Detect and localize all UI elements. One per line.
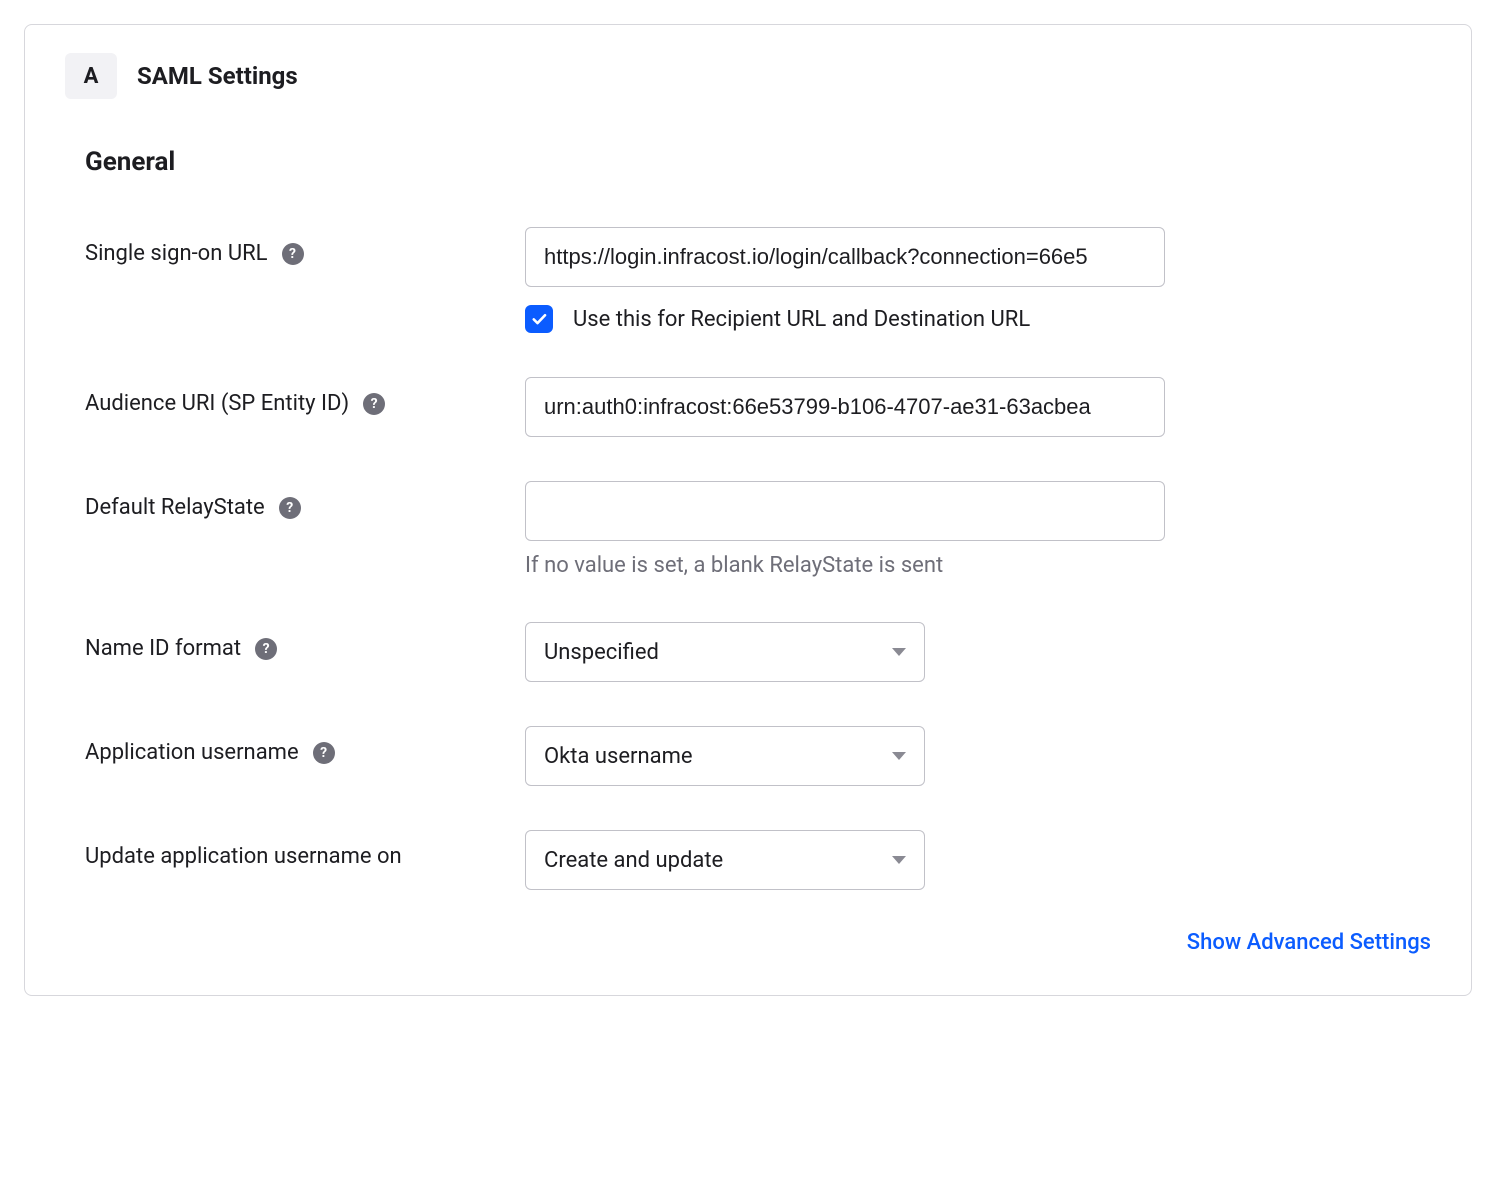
label-text: Application username	[85, 740, 299, 765]
section-title-general: General	[85, 147, 1431, 177]
label-relay-state: Default RelayState ?	[85, 481, 525, 520]
help-icon[interactable]: ?	[313, 742, 335, 764]
label-sso-url: Single sign-on URL ?	[85, 227, 525, 266]
recipient-url-checkbox-row: Use this for Recipient URL and Destinati…	[525, 305, 1431, 333]
relay-state-hint: If no value is set, a blank RelayState i…	[525, 553, 1431, 578]
name-id-format-select[interactable]: Unspecified	[525, 622, 925, 682]
row-update-username-on: Update application username on Create an…	[85, 830, 1431, 890]
saml-settings-panel: A SAML Settings General Single sign-on U…	[24, 24, 1472, 996]
select-value: Create and update	[544, 848, 723, 873]
row-relay-state: Default RelayState ? If no value is set,…	[85, 481, 1431, 578]
advanced-link-row: Show Advanced Settings	[65, 930, 1431, 955]
help-icon[interactable]: ?	[282, 243, 304, 265]
chevron-down-icon	[892, 856, 906, 864]
row-audience-uri: Audience URI (SP Entity ID) ?	[85, 377, 1431, 437]
label-text: Single sign-on URL	[85, 241, 268, 266]
panel-header: A SAML Settings	[65, 53, 1431, 99]
sso-url-input[interactable]	[525, 227, 1165, 287]
help-icon[interactable]: ?	[255, 638, 277, 660]
label-text: Update application username on	[85, 844, 402, 869]
chevron-down-icon	[892, 648, 906, 656]
label-audience-uri: Audience URI (SP Entity ID) ?	[85, 377, 525, 416]
row-name-id-format: Name ID format ? Unspecified	[85, 622, 1431, 682]
relay-state-input[interactable]	[525, 481, 1165, 541]
help-icon[interactable]: ?	[279, 497, 301, 519]
audience-uri-input[interactable]	[525, 377, 1165, 437]
update-username-on-select[interactable]: Create and update	[525, 830, 925, 890]
app-username-select[interactable]: Okta username	[525, 726, 925, 786]
label-text: Name ID format	[85, 636, 241, 661]
show-advanced-settings-link[interactable]: Show Advanced Settings	[1187, 930, 1431, 955]
help-icon[interactable]: ?	[363, 393, 385, 415]
row-sso-url: Single sign-on URL ? Use this for Recipi…	[85, 227, 1431, 333]
label-app-username: Application username ?	[85, 726, 525, 765]
label-update-username-on: Update application username on	[85, 830, 525, 869]
chevron-down-icon	[892, 752, 906, 760]
select-value: Unspecified	[544, 640, 659, 665]
select-value: Okta username	[544, 744, 693, 769]
checkmark-icon	[530, 310, 548, 328]
label-name-id-format: Name ID format ?	[85, 622, 525, 661]
step-badge: A	[65, 53, 117, 99]
recipient-url-checkbox[interactable]	[525, 305, 553, 333]
label-text: Default RelayState	[85, 495, 265, 520]
row-app-username: Application username ? Okta username	[85, 726, 1431, 786]
recipient-url-checkbox-label: Use this for Recipient URL and Destinati…	[573, 307, 1030, 332]
panel-title: SAML Settings	[137, 62, 298, 90]
label-text: Audience URI (SP Entity ID)	[85, 391, 349, 416]
